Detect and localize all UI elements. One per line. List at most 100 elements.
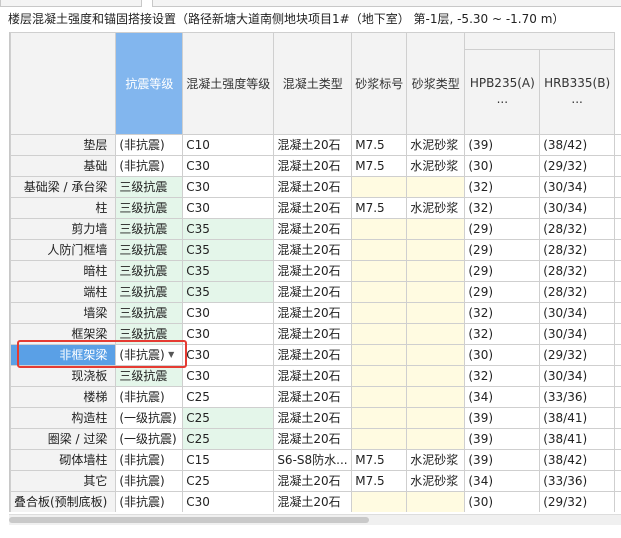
row-header[interactable]: 基础梁 / 承台梁: [10, 176, 117, 198]
concrete-grade-cell[interactable]: C25: [182, 407, 275, 429]
row-header[interactable]: 砌体墙柱: [10, 449, 117, 471]
hpb235-cell[interactable]: (39): [464, 428, 541, 450]
seismic-dropdown-value[interactable]: (非抗震): [119, 348, 164, 362]
horizontal-scrollbar[interactable]: [9, 514, 621, 525]
seismic-cell[interactable]: 三级抗震: [115, 197, 184, 219]
row-header[interactable]: 非框架梁: [10, 344, 117, 366]
concrete-grade-cell[interactable]: C25: [182, 386, 275, 408]
concrete-type-cell[interactable]: 混凝土20石: [273, 281, 353, 303]
table-row[interactable]: 端柱 三级抗震 C35 混凝土20石 (29) (28/32): [10, 281, 621, 303]
seismic-cell[interactable]: (非抗震): [115, 134, 184, 156]
row-header[interactable]: 楼梯: [10, 386, 117, 408]
seismic-cell[interactable]: 三级抗震: [115, 302, 184, 324]
row-header[interactable]: 垫层: [10, 134, 117, 156]
mortar-grade-cell[interactable]: M7.5: [351, 197, 408, 219]
seismic-cell[interactable]: (非抗震): [115, 449, 184, 471]
tab-left[interactable]: [0, 0, 142, 7]
concrete-grade-cell[interactable]: C30: [182, 365, 275, 387]
seismic-cell[interactable]: (非抗震) ▼: [115, 344, 184, 366]
col-header-mortar-grade[interactable]: 砂浆标号: [351, 32, 408, 135]
table-row[interactable]: 基础梁 / 承台梁 三级抗震 C30 混凝土20石 (32) (30/34): [10, 176, 621, 198]
hrb335-cell[interactable]: (30/34): [539, 365, 615, 387]
seismic-cell[interactable]: 三级抗震: [115, 281, 184, 303]
concrete-grade-cell[interactable]: C10: [182, 134, 275, 156]
mortar-grade-cell[interactable]: [351, 344, 408, 366]
seismic-cell[interactable]: 三级抗震: [115, 260, 184, 282]
concrete-type-cell[interactable]: 混凝土20石: [273, 218, 353, 240]
concrete-type-cell[interactable]: 混凝土20石: [273, 155, 353, 177]
concrete-type-cell[interactable]: 混凝土20石: [273, 134, 353, 156]
concrete-type-cell[interactable]: 混凝土20石: [273, 239, 353, 261]
hrb335-cell[interactable]: (29/32): [539, 344, 615, 366]
row-header[interactable]: 剪力墙: [10, 218, 117, 240]
row-header[interactable]: 叠合板(预制底板): [10, 491, 117, 512]
concrete-type-cell[interactable]: 混凝土20石: [273, 386, 353, 408]
mortar-type-cell[interactable]: [406, 407, 466, 429]
hpb235-cell[interactable]: (32): [464, 365, 541, 387]
mortar-grade-cell[interactable]: [351, 281, 408, 303]
row-header[interactable]: 人防门框墙: [10, 239, 117, 261]
mortar-type-cell[interactable]: [406, 344, 466, 366]
mortar-grade-cell[interactable]: [351, 365, 408, 387]
mortar-type-cell[interactable]: 水泥砂浆: [406, 470, 466, 492]
hpb235-cell[interactable]: (39): [464, 407, 541, 429]
hrb335-cell[interactable]: (33/36): [539, 386, 615, 408]
mortar-grade-cell[interactable]: [351, 386, 408, 408]
mortar-grade-cell[interactable]: [351, 260, 408, 282]
hpb235-cell[interactable]: (30): [464, 155, 541, 177]
hrb335-cell[interactable]: (28/32): [539, 281, 615, 303]
seismic-cell[interactable]: 三级抗震: [115, 365, 184, 387]
seismic-cell[interactable]: (非抗震): [115, 155, 184, 177]
hpb235-cell[interactable]: (32): [464, 302, 541, 324]
mortar-grade-cell[interactable]: [351, 428, 408, 450]
mortar-type-cell[interactable]: [406, 176, 466, 198]
hrb335-cell[interactable]: (29/32): [539, 491, 615, 512]
concrete-type-cell[interactable]: 混凝土20石: [273, 470, 353, 492]
mortar-type-cell[interactable]: 水泥砂浆: [406, 197, 466, 219]
mortar-grade-cell[interactable]: [351, 407, 408, 429]
table-row[interactable]: 框架梁 三级抗震 C30 混凝土20石 (32) (30/34): [10, 323, 621, 345]
row-header[interactable]: 柱: [10, 197, 117, 219]
mortar-type-cell[interactable]: [406, 428, 466, 450]
concrete-grade-cell[interactable]: C35: [182, 218, 275, 240]
table-row[interactable]: 叠合板(预制底板) (非抗震) C30 混凝土20石 (30) (29/32): [10, 491, 621, 512]
concrete-type-cell[interactable]: 混凝土20石: [273, 302, 353, 324]
concrete-grade-cell[interactable]: C15: [182, 449, 275, 471]
row-header[interactable]: 其它: [10, 470, 117, 492]
hrb335-cell[interactable]: (28/32): [539, 239, 615, 261]
col-header-mortar-type[interactable]: 砂浆类型: [406, 32, 466, 135]
row-header[interactable]: 圈梁 / 过梁: [10, 428, 117, 450]
concrete-type-cell[interactable]: 混凝土20石: [273, 260, 353, 282]
hrb335-cell[interactable]: (28/32): [539, 218, 615, 240]
table-row[interactable]: 垫层 (非抗震) C10 混凝土20石 M7.5 水泥砂浆 (39) (38/42): [10, 134, 621, 156]
seismic-cell[interactable]: (非抗震): [115, 470, 184, 492]
mortar-type-cell[interactable]: [406, 386, 466, 408]
hpb235-cell[interactable]: (34): [464, 386, 541, 408]
mortar-grade-cell[interactable]: M7.5: [351, 134, 408, 156]
col-header-concrete-grade[interactable]: 混凝土强度等级: [182, 32, 275, 135]
mortar-grade-cell[interactable]: [351, 176, 408, 198]
row-header[interactable]: 基础: [10, 155, 117, 177]
concrete-type-cell[interactable]: 混凝土20石: [273, 365, 353, 387]
mortar-type-cell[interactable]: [406, 302, 466, 324]
hrb335-cell[interactable]: (30/34): [539, 197, 615, 219]
hpb235-cell[interactable]: (32): [464, 197, 541, 219]
mortar-type-cell[interactable]: [406, 239, 466, 261]
mortar-type-cell[interactable]: [406, 281, 466, 303]
concrete-type-cell[interactable]: 混凝土20石: [273, 407, 353, 429]
seismic-cell[interactable]: (非抗震): [115, 491, 184, 512]
hpb235-cell[interactable]: (32): [464, 176, 541, 198]
mortar-grade-cell[interactable]: M7.5: [351, 155, 408, 177]
hrb335-cell[interactable]: (38/41): [539, 407, 615, 429]
hpb235-cell[interactable]: (30): [464, 344, 541, 366]
seismic-cell[interactable]: 三级抗震: [115, 176, 184, 198]
concrete-grade-cell[interactable]: C25: [182, 428, 275, 450]
concrete-grade-cell[interactable]: C30: [182, 176, 275, 198]
seismic-cell[interactable]: (一级抗震): [115, 407, 184, 429]
mortar-grade-cell[interactable]: M7.5: [351, 470, 408, 492]
table-row[interactable]: 现浇板 三级抗震 C30 混凝土20石 (32) (30/34): [10, 365, 621, 387]
hrb335-cell[interactable]: (38/42): [539, 449, 615, 471]
concrete-type-cell[interactable]: S6-S8防水...: [273, 449, 353, 471]
hrb335-cell[interactable]: (29/32): [539, 155, 615, 177]
mortar-type-cell[interactable]: [406, 491, 466, 512]
